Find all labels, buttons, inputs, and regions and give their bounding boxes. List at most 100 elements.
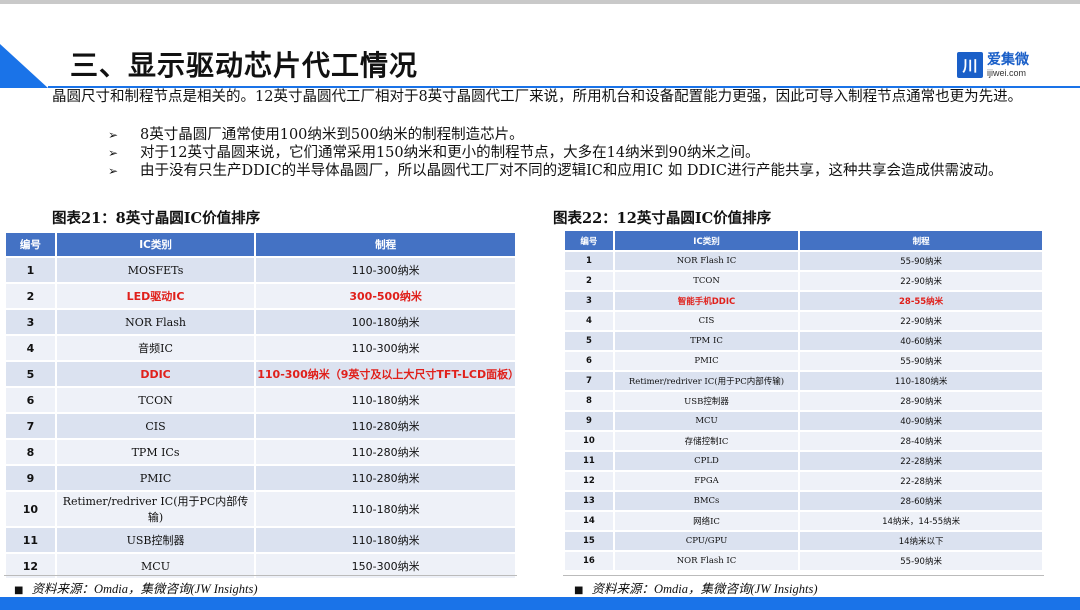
table-row: 16 NOR Flash IC 55-90纳米 (563, 550, 1044, 572)
jiwei-logo: 川 爱集微 ijiwei.com (957, 50, 1029, 80)
table-row: 4 音频IC 110-300纳米 (4, 334, 517, 362)
table-row: 12 FPGA 22-28纳米 (563, 470, 1044, 492)
cell-process: 28-60纳米 (798, 490, 1044, 512)
table-row: 3 NOR Flash 100-180纳米 (4, 308, 517, 336)
logo-en: ijiwei.com (987, 67, 1027, 78)
cell-process: 110-280纳米 (254, 412, 517, 440)
cell-ic-type: NOR Flash IC (612, 550, 801, 572)
cell-number: 14 (563, 510, 615, 532)
cell-process: 110-280纳米 (254, 438, 517, 466)
intro-paragraph: 晶圆尺寸和制程节点是相关的。12英寸晶圆代工厂相对于8英寸晶圆代工厂来说，所用机… (52, 89, 1023, 105)
table-row: 11 USB控制器 110-180纳米 (4, 526, 517, 554)
cell-number: 11 (4, 526, 57, 554)
bullet-item: ➢ 对于12英寸晶圆来说，它们通常采用150纳米和更小的制程节点，大多在14纳米… (108, 144, 1038, 162)
cell-ic-type: CIS (612, 310, 801, 332)
table-row: 4 CIS 22-90纳米 (563, 310, 1044, 332)
cell-process: 22-28纳米 (798, 470, 1044, 492)
table-8inch-ic: 编号 IC类别 制程 1 MOSFETs 110-300纳米 2 LED驱动IC 300-… (4, 231, 519, 580)
cell-number: 7 (563, 370, 615, 392)
table-row: 2 TCON 22-90纳米 (563, 270, 1044, 292)
arrow-bullet-icon: ➢ (108, 146, 119, 160)
cell-ic-type: NOR Flash IC (612, 250, 801, 272)
table-row: 10 存储控制IC 28-40纳米 (563, 430, 1044, 452)
cell-number: 13 (563, 490, 615, 512)
cell-process: 110-300纳米 (254, 334, 517, 362)
table-header-row: 编号 IC类别 制程 (563, 229, 1044, 252)
cell-ic-type: DDIC (54, 360, 257, 388)
cell-process: 110-180纳米 (254, 386, 517, 414)
cell-number: 6 (563, 350, 615, 372)
cell-ic-type: 音频IC (54, 334, 257, 362)
cell-ic-type: TCON (612, 270, 801, 292)
source-divider (563, 575, 1044, 576)
cell-number: 16 (563, 550, 615, 572)
table-row: 9 MCU 40-90纳米 (563, 410, 1044, 432)
cell-process: 14纳米，14-55纳米 (798, 510, 1044, 532)
header-cell-process: 制程 (254, 231, 517, 258)
bullet-item: ➢ 8英寸晶圆厂通常使用100纳米到500纳米的制程制造芯片。 (108, 126, 1038, 144)
cell-number: 11 (563, 450, 615, 472)
cell-process: 28-55纳米 (798, 290, 1044, 312)
cell-ic-type: USB控制器 (54, 526, 257, 554)
page-title: 三、显示驱动芯片代工情况 (70, 49, 419, 82)
source-note-right: ■ 资料来源：Omdia，集微咨询(JW Insights) (574, 578, 817, 597)
header-cell-ic-type: IC类别 (54, 231, 257, 258)
table-row: 5 TPM IC 40-60纳米 (563, 330, 1044, 352)
cell-ic-type: 智能手机DDIC (612, 290, 801, 312)
cell-ic-type: LED驱动IC (54, 282, 257, 310)
table-row: 1 NOR Flash IC 55-90纳米 (563, 250, 1044, 272)
cell-ic-type: PMIC (612, 350, 801, 372)
cell-process: 110-300纳米 (254, 256, 517, 284)
cell-number: 10 (563, 430, 615, 452)
bullet-text: 由于没有只生产DDIC的半导体晶圆厂，所以晶圆代工厂对不同的逻辑IC和应用IC … (140, 163, 1003, 179)
table-header-row: 编号 IC类别 制程 (4, 231, 517, 258)
square-bullet-icon: ■ (14, 585, 24, 596)
table-row: 6 PMIC 55-90纳米 (563, 350, 1044, 372)
table-row: 10 Retimer/redriver IC(用于PC内部传输) 110-180纳米 (4, 490, 517, 528)
logo-cn: 爱集微 (987, 51, 1029, 68)
cell-process: 100-180纳米 (254, 308, 517, 336)
source-divider (4, 575, 517, 576)
table-row: 7 CIS 110-280纳米 (4, 412, 517, 440)
cell-ic-type: Retimer/redriver IC(用于PC内部传输) (54, 490, 257, 528)
source-text: 资料来源：Omdia，集微咨询(JW Insights) (31, 582, 258, 596)
cell-number: 2 (563, 270, 615, 292)
cell-process: 40-60纳米 (798, 330, 1044, 352)
square-bullet-icon: ■ (574, 585, 584, 596)
header-cell-ic-type: IC类别 (612, 229, 801, 252)
cell-process: 110-180纳米 (254, 526, 517, 554)
table-row: 9 PMIC 110-280纳米 (4, 464, 517, 492)
table-row: 8 USB控制器 28-90纳米 (563, 390, 1044, 412)
cell-ic-type: CPU/GPU (612, 530, 801, 552)
cell-process: 110-180纳米 (254, 490, 517, 528)
bullet-list: ➢ 8英寸晶圆厂通常使用100纳米到500纳米的制程制造芯片。 ➢ 对于12英寸… (108, 126, 1038, 180)
table-row: 3 智能手机DDIC 28-55纳米 (563, 290, 1044, 312)
cell-number: 1 (563, 250, 615, 272)
cell-process: 110-180纳米 (798, 370, 1044, 392)
cell-ic-type: TPM IC (612, 330, 801, 352)
table-row: 15 CPU/GPU 14纳米以下 (563, 530, 1044, 552)
cell-number: 9 (563, 410, 615, 432)
cell-number: 4 (4, 334, 57, 362)
cell-ic-type: FPGA (612, 470, 801, 492)
cell-process: 28-40纳米 (798, 430, 1044, 452)
cell-process: 28-90纳米 (798, 390, 1044, 412)
table-row: 1 MOSFETs 110-300纳米 (4, 256, 517, 284)
cell-ic-type: TCON (54, 386, 257, 414)
cell-process: 22-90纳米 (798, 310, 1044, 332)
cell-ic-type: CPLD (612, 450, 801, 472)
table-row: 8 TPM ICs 110-280纳米 (4, 438, 517, 466)
table-row: 13 BMCs 28-60纳米 (563, 490, 1044, 512)
cell-number: 15 (563, 530, 615, 552)
cell-process: 300-500纳米 (254, 282, 517, 310)
header-cell-number: 编号 (4, 231, 57, 258)
cell-number: 12 (563, 470, 615, 492)
source-text: 资料来源：Omdia，集微咨询(JW Insights) (591, 582, 818, 596)
source-note-left: ■ 资料来源：Omdia，集微咨询(JW Insights) (14, 578, 257, 597)
cell-process: 55-90纳米 (798, 550, 1044, 572)
cell-ic-type: 网络IC (612, 510, 801, 532)
header-cell-number: 编号 (563, 229, 615, 252)
cell-number: 1 (4, 256, 57, 284)
logo-mark-icon: 川 (957, 52, 983, 78)
table-row: 5 DDIC 110-300纳米（9英寸及以上大尺寸TFT-LCD面板） (4, 360, 519, 388)
